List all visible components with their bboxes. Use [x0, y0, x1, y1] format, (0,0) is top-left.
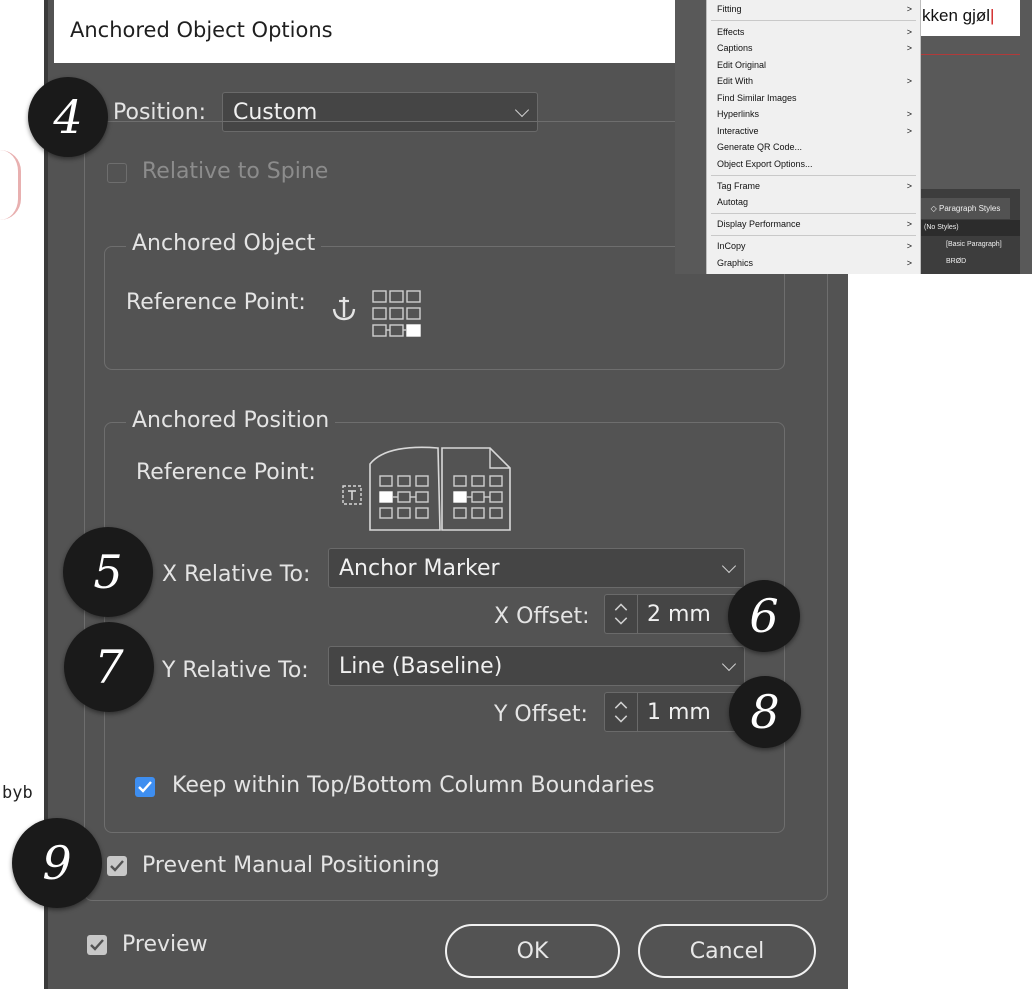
- y-offset-value: 1 mm: [647, 699, 711, 725]
- chevron-down-icon: [721, 558, 737, 574]
- position-reference-point-label: Reference Point:: [136, 460, 316, 485]
- step-badge-8: 8: [729, 676, 801, 748]
- menu-separator: [711, 20, 916, 21]
- context-menu: Fitting > Effects > Captions > Edit Origina…: [706, 0, 921, 274]
- stepper-arrows-icon[interactable]: [605, 693, 638, 731]
- chevron-right-icon: >: [906, 4, 912, 14]
- menu-item-fitting[interactable]: Fitting >: [717, 4, 912, 14]
- chevron-right-icon: >: [906, 258, 912, 268]
- chevron-right-icon: >: [906, 241, 912, 251]
- preview-label: Preview: [122, 932, 208, 957]
- paragraph-style-item[interactable]: [Basic Paragraph]: [946, 241, 1002, 248]
- cancel-button[interactable]: Cancel: [638, 924, 816, 978]
- spread-reference-point-grid[interactable]: [368, 442, 514, 532]
- menu-item-tag-frame[interactable]: Tag Frame >: [717, 181, 912, 191]
- chevron-right-icon: >: [906, 109, 912, 119]
- document-text: kken gjøl|: [922, 6, 995, 25]
- keep-within-checkbox[interactable]: [135, 777, 155, 797]
- paragraph-styles-tab[interactable]: ◇ Paragraph Styles: [921, 198, 1010, 219]
- menu-item-generate-qr-code[interactable]: Generate QR Code...: [717, 142, 912, 152]
- chevron-right-icon: >: [906, 219, 912, 229]
- relative-to-spine-checkbox[interactable]: [107, 163, 127, 183]
- object-reference-point-grid[interactable]: [370, 288, 424, 340]
- text-frame-icon: [342, 485, 362, 505]
- y-offset-label: Y Offset:: [494, 702, 588, 727]
- prevent-manual-checkbox[interactable]: [107, 856, 127, 876]
- chevron-down-icon: [721, 656, 737, 672]
- paragraph-style-item[interactable]: (No Styles): [924, 224, 959, 231]
- relative-to-spine-label: Relative to Spine: [142, 159, 329, 184]
- x-relative-to-label: X Relative To:: [162, 562, 311, 587]
- checkmark-icon: [138, 781, 152, 793]
- step-badge-5: 5: [63, 527, 153, 617]
- menu-item-find-similar-images[interactable]: Find Similar Images: [717, 93, 912, 103]
- y-relative-to-label: Y Relative To:: [162, 658, 309, 683]
- object-reference-point-label: Reference Point:: [126, 290, 306, 315]
- menu-item-graphics[interactable]: Graphics >: [717, 258, 912, 268]
- text-cursor: |: [990, 6, 995, 25]
- chevron-down-icon: [514, 102, 530, 118]
- chevron-right-icon: >: [906, 181, 912, 191]
- menu-item-captions[interactable]: Captions >: [717, 43, 912, 53]
- menu-item-autotag[interactable]: Autotag: [717, 197, 912, 207]
- paragraph-style-item[interactable]: BRØD: [946, 258, 966, 265]
- x-relative-to-select[interactable]: Anchor Marker: [328, 548, 745, 588]
- step-badge-9: 9: [12, 818, 102, 908]
- keep-within-label: Keep within Top/Bottom Column Boundaries: [172, 773, 655, 798]
- menu-item-effects[interactable]: Effects >: [717, 27, 912, 37]
- dialog-title: Anchored Object Options: [70, 18, 333, 42]
- x-offset-label: X Offset:: [494, 604, 590, 629]
- chevron-right-icon: >: [906, 43, 912, 53]
- stepper-arrows-icon[interactable]: [605, 595, 638, 633]
- chevron-right-icon: >: [906, 27, 912, 37]
- menu-item-edit-original[interactable]: Edit Original: [717, 60, 912, 70]
- document-side-text: byb: [2, 783, 33, 803]
- x-relative-to-value: Anchor Marker: [339, 555, 500, 581]
- checkmark-icon: [110, 860, 124, 872]
- menu-item-edit-with[interactable]: Edit With >: [717, 76, 912, 86]
- anchored-position-title: Anchored Position: [126, 408, 336, 433]
- menu-item-object-export-options[interactable]: Object Export Options...: [717, 159, 912, 169]
- y-relative-to-select[interactable]: Line (Baseline): [328, 646, 745, 686]
- y-relative-to-value: Line (Baseline): [339, 653, 503, 679]
- menu-item-incopy[interactable]: InCopy >: [717, 241, 912, 251]
- x-offset-field[interactable]: 2 mm: [604, 594, 744, 634]
- menu-separator: [711, 235, 916, 236]
- step-badge-7: 7: [64, 622, 154, 712]
- menu-separator: [711, 175, 916, 176]
- chevron-right-icon: >: [906, 126, 912, 136]
- chevron-right-icon: >: [906, 76, 912, 86]
- ok-button[interactable]: OK: [445, 924, 620, 978]
- checkmark-icon: [90, 939, 104, 951]
- anchored-object-title: Anchored Object: [126, 231, 322, 256]
- y-offset-field[interactable]: 1 mm: [604, 692, 744, 732]
- menu-item-interactive[interactable]: Interactive >: [717, 126, 912, 136]
- prevent-manual-label: Prevent Manual Positioning: [142, 853, 440, 878]
- menu-item-display-performance[interactable]: Display Performance >: [717, 219, 912, 229]
- menu-separator: [711, 213, 916, 214]
- background-mark: [0, 150, 21, 220]
- step-badge-6: 6: [728, 580, 800, 652]
- menu-item-hyperlinks[interactable]: Hyperlinks >: [717, 109, 912, 119]
- step-badge-4: 4: [28, 77, 108, 157]
- anchor-icon: [332, 297, 356, 321]
- preview-checkbox[interactable]: [87, 935, 107, 955]
- x-offset-value: 2 mm: [647, 601, 711, 627]
- margin-guide: [920, 54, 1020, 55]
